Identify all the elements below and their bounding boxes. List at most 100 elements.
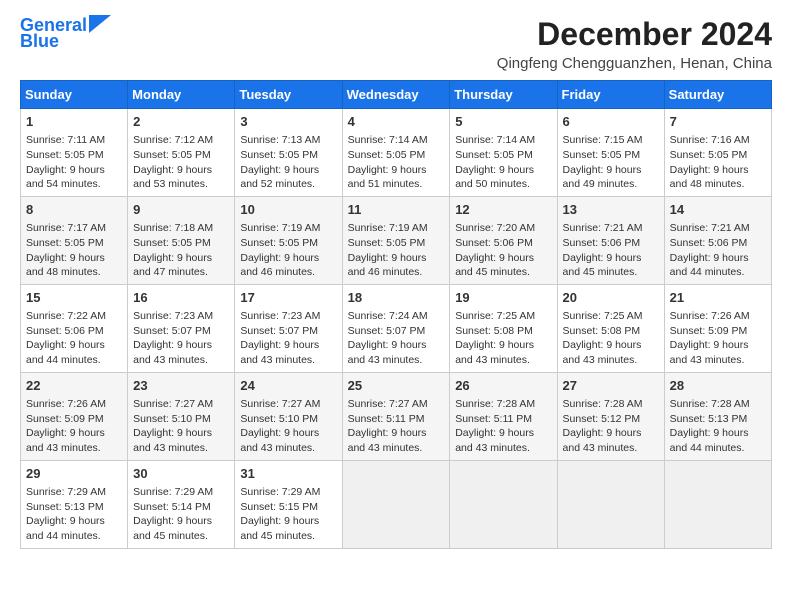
day-info: Sunrise: 7:29 AMSunset: 5:13 PMDaylight:…	[26, 485, 122, 544]
calendar-table: SundayMondayTuesdayWednesdayThursdayFrid…	[20, 80, 772, 549]
day-info: Sunrise: 7:25 AMSunset: 5:08 PMDaylight:…	[455, 309, 551, 368]
calendar-cell	[557, 460, 664, 548]
day-number: 19	[455, 289, 551, 307]
day-info: Sunrise: 7:27 AMSunset: 5:10 PMDaylight:…	[240, 397, 336, 456]
calendar-header-friday: Friday	[557, 81, 664, 109]
calendar-cell: 9 Sunrise: 7:18 AMSunset: 5:05 PMDaylight…	[128, 196, 235, 284]
day-info: Sunrise: 7:12 AMSunset: 5:05 PMDaylight:…	[133, 133, 229, 192]
calendar-cell: 19 Sunrise: 7:25 AMSunset: 5:08 PMDayligh…	[450, 284, 557, 372]
calendar-header-saturday: Saturday	[664, 81, 771, 109]
day-number: 24	[240, 377, 336, 395]
day-info: Sunrise: 7:11 AMSunset: 5:05 PMDaylight:…	[26, 133, 122, 192]
day-info: Sunrise: 7:23 AMSunset: 5:07 PMDaylight:…	[240, 309, 336, 368]
day-info: Sunrise: 7:28 AMSunset: 5:12 PMDaylight:…	[563, 397, 659, 456]
day-number: 7	[670, 113, 766, 131]
day-number: 14	[670, 201, 766, 219]
calendar-cell: 26 Sunrise: 7:28 AMSunset: 5:11 PMDayligh…	[450, 372, 557, 460]
day-info: Sunrise: 7:22 AMSunset: 5:06 PMDaylight:…	[26, 309, 122, 368]
logo: General Blue	[20, 16, 111, 52]
day-info: Sunrise: 7:29 AMSunset: 5:15 PMDaylight:…	[240, 485, 336, 544]
day-number: 27	[563, 377, 659, 395]
day-number: 22	[26, 377, 122, 395]
day-info: Sunrise: 7:19 AMSunset: 5:05 PMDaylight:…	[348, 221, 445, 280]
calendar-cell: 13 Sunrise: 7:21 AMSunset: 5:06 PMDayligh…	[557, 196, 664, 284]
calendar-cell: 4 Sunrise: 7:14 AMSunset: 5:05 PMDaylight…	[342, 109, 450, 197]
calendar-cell: 14 Sunrise: 7:21 AMSunset: 5:06 PMDayligh…	[664, 196, 771, 284]
day-info: Sunrise: 7:28 AMSunset: 5:13 PMDaylight:…	[670, 397, 766, 456]
calendar-cell: 22 Sunrise: 7:26 AMSunset: 5:09 PMDayligh…	[21, 372, 128, 460]
calendar-cell: 31 Sunrise: 7:29 AMSunset: 5:15 PMDayligh…	[235, 460, 342, 548]
calendar-week-row: 22 Sunrise: 7:26 AMSunset: 5:09 PMDayligh…	[21, 372, 772, 460]
calendar-cell: 29 Sunrise: 7:29 AMSunset: 5:13 PMDayligh…	[21, 460, 128, 548]
day-number: 6	[563, 113, 659, 131]
day-info: Sunrise: 7:17 AMSunset: 5:05 PMDaylight:…	[26, 221, 122, 280]
calendar-cell: 25Sunrise: 7:27 AMSunset: 5:11 PMDayligh…	[342, 372, 450, 460]
day-info: Sunrise: 7:26 AMSunset: 5:09 PMDaylight:…	[26, 397, 122, 456]
calendar-body: 1 Sunrise: 7:11 AMSunset: 5:05 PMDaylight…	[21, 109, 772, 549]
day-info: Sunrise: 7:21 AMSunset: 5:06 PMDaylight:…	[670, 221, 766, 280]
day-number: 12	[455, 201, 551, 219]
day-info: Sunrise: 7:27 AMSunset: 5:11 PMDaylight:…	[348, 397, 445, 456]
calendar-header-tuesday: Tuesday	[235, 81, 342, 109]
day-info: Sunrise: 7:18 AMSunset: 5:05 PMDaylight:…	[133, 221, 229, 280]
day-number: 28	[670, 377, 766, 395]
calendar-cell: 8 Sunrise: 7:17 AMSunset: 5:05 PMDaylight…	[21, 196, 128, 284]
calendar-cell: 6 Sunrise: 7:15 AMSunset: 5:05 PMDaylight…	[557, 109, 664, 197]
day-info: Sunrise: 7:15 AMSunset: 5:05 PMDaylight:…	[563, 133, 659, 192]
day-number: 8	[26, 201, 122, 219]
day-info: Sunrise: 7:14 AMSunset: 5:05 PMDaylight:…	[455, 133, 551, 192]
day-number: 16	[133, 289, 229, 307]
calendar-cell: 24 Sunrise: 7:27 AMSunset: 5:10 PMDayligh…	[235, 372, 342, 460]
day-number: 11	[348, 201, 445, 219]
location-title: Qingfeng Chengguanzhen, Henan, China	[497, 55, 772, 72]
day-info: Sunrise: 7:14 AMSunset: 5:05 PMDaylight:…	[348, 133, 445, 192]
calendar-cell: 2 Sunrise: 7:12 AMSunset: 5:05 PMDaylight…	[128, 109, 235, 197]
day-info: Sunrise: 7:16 AMSunset: 5:05 PMDaylight:…	[670, 133, 766, 192]
day-info: Sunrise: 7:25 AMSunset: 5:08 PMDaylight:…	[563, 309, 659, 368]
calendar-cell: 23Sunrise: 7:27 AMSunset: 5:10 PMDayligh…	[128, 372, 235, 460]
day-info: Sunrise: 7:29 AMSunset: 5:14 PMDaylight:…	[133, 485, 229, 544]
day-number: 18	[348, 289, 445, 307]
day-number: 17	[240, 289, 336, 307]
calendar-cell: 7 Sunrise: 7:16 AMSunset: 5:05 PMDaylight…	[664, 109, 771, 197]
day-number: 13	[563, 201, 659, 219]
day-number: 26	[455, 377, 551, 395]
calendar-cell: 21 Sunrise: 7:26 AMSunset: 5:09 PMDayligh…	[664, 284, 771, 372]
calendar-header-sunday: Sunday	[21, 81, 128, 109]
calendar-cell: 11 Sunrise: 7:19 AMSunset: 5:05 PMDayligh…	[342, 196, 450, 284]
calendar-week-row: 1 Sunrise: 7:11 AMSunset: 5:05 PMDaylight…	[21, 109, 772, 197]
day-info: Sunrise: 7:27 AMSunset: 5:10 PMDaylight:…	[133, 397, 229, 456]
day-info: Sunrise: 7:21 AMSunset: 5:06 PMDaylight:…	[563, 221, 659, 280]
calendar-header-monday: Monday	[128, 81, 235, 109]
day-number: 9	[133, 201, 229, 219]
calendar-cell: 1 Sunrise: 7:11 AMSunset: 5:05 PMDaylight…	[21, 109, 128, 197]
calendar-cell	[450, 460, 557, 548]
day-number: 21	[670, 289, 766, 307]
day-info: Sunrise: 7:26 AMSunset: 5:09 PMDaylight:…	[670, 309, 766, 368]
day-number: 1	[26, 113, 122, 131]
day-info: Sunrise: 7:28 AMSunset: 5:11 PMDaylight:…	[455, 397, 551, 456]
calendar-week-row: 15Sunrise: 7:22 AMSunset: 5:06 PMDayligh…	[21, 284, 772, 372]
day-number: 5	[455, 113, 551, 131]
day-number: 2	[133, 113, 229, 131]
calendar-cell: 28 Sunrise: 7:28 AMSunset: 5:13 PMDayligh…	[664, 372, 771, 460]
calendar-cell: 3 Sunrise: 7:13 AMSunset: 5:05 PMDaylight…	[235, 109, 342, 197]
page-header: General Blue December 2024 Qingfeng Chen…	[20, 16, 772, 72]
logo-text-blue: Blue	[20, 32, 59, 52]
month-title: December 2024	[497, 16, 772, 53]
day-number: 31	[240, 465, 336, 483]
day-info: Sunrise: 7:13 AMSunset: 5:05 PMDaylight:…	[240, 133, 336, 192]
calendar-cell	[342, 460, 450, 548]
calendar-cell: 30Sunrise: 7:29 AMSunset: 5:14 PMDayligh…	[128, 460, 235, 548]
calendar-header-thursday: Thursday	[450, 81, 557, 109]
day-info: Sunrise: 7:19 AMSunset: 5:05 PMDaylight:…	[240, 221, 336, 280]
day-number: 3	[240, 113, 336, 131]
day-number: 29	[26, 465, 122, 483]
logo-arrow-icon	[89, 15, 111, 33]
calendar-cell: 17 Sunrise: 7:23 AMSunset: 5:07 PMDayligh…	[235, 284, 342, 372]
day-info: Sunrise: 7:23 AMSunset: 5:07 PMDaylight:…	[133, 309, 229, 368]
calendar-cell: 20 Sunrise: 7:25 AMSunset: 5:08 PMDayligh…	[557, 284, 664, 372]
calendar-cell	[664, 460, 771, 548]
day-number: 20	[563, 289, 659, 307]
day-number: 4	[348, 113, 445, 131]
